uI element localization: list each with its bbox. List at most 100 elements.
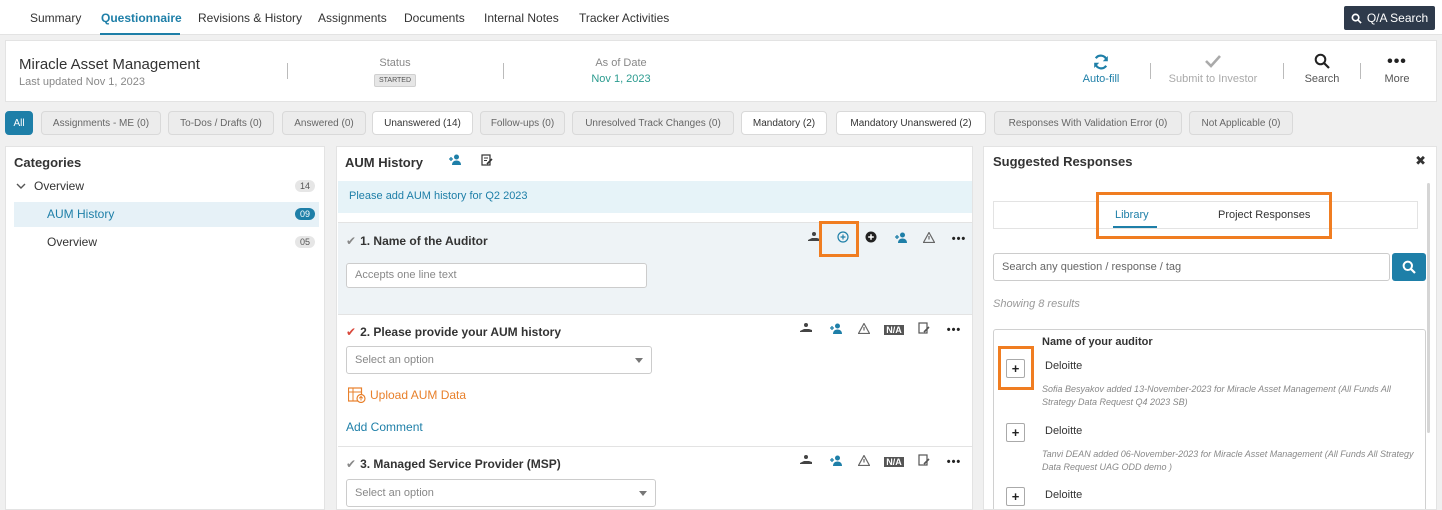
filter-follow-ups[interactable]: Follow-ups (0): [480, 111, 565, 135]
filter-validation-error[interactable]: Responses With Validation Error (0): [994, 111, 1182, 135]
submit-to-investor-button[interactable]: Submit to Investor: [1162, 53, 1264, 85]
autofill-button[interactable]: Auto-fill: [1079, 53, 1123, 85]
results-list: Name of your auditor + Deloitte Sofia Be…: [993, 329, 1426, 509]
highlight-box: [819, 221, 859, 257]
header-search-button[interactable]: Search: [1301, 53, 1343, 85]
suggested-responses-panel: Suggested Responses ✖ Library Project Re…: [983, 146, 1437, 510]
company-name: Miracle Asset Management: [19, 56, 200, 73]
more-dots-icon: •••: [1387, 53, 1407, 70]
qa-search-button[interactable]: Q/A Search: [1344, 6, 1435, 30]
assign-user-icon[interactable]: [826, 323, 846, 337]
not-applicable-icon[interactable]: N/A: [884, 324, 904, 335]
categories-title: Categories: [14, 155, 82, 170]
add-response-button[interactable]: +: [1006, 423, 1025, 442]
warning-icon[interactable]: [854, 453, 874, 469]
status-badge: STARTED: [374, 74, 416, 87]
filter-unanswered[interactable]: Unanswered (14): [372, 111, 473, 135]
divider: [287, 63, 288, 79]
spreadsheet-upload-icon: [348, 387, 366, 403]
caret-down-icon: [635, 358, 643, 363]
question-3: ✔ 3. Managed Service Provider (MSP) N/A •…: [338, 446, 972, 509]
check-icon: ✔: [346, 234, 357, 248]
category-aum-history[interactable]: AUM History 09: [14, 202, 319, 227]
submit-label: Submit to Investor: [1168, 73, 1258, 85]
response-meta: Tanvi DEAN added 06-November-2023 for Mi…: [1042, 449, 1414, 472]
divider: [503, 63, 504, 79]
filter-todos-drafts[interactable]: To-Dos / Drafts (0): [168, 111, 274, 135]
hand-offer-icon[interactable]: [796, 454, 816, 469]
results-count: Showing 8 results: [993, 298, 1080, 310]
category-count: 05: [294, 236, 315, 248]
response-answer: Deloitte: [1045, 425, 1083, 437]
more-button[interactable]: ••• More: [1375, 53, 1419, 85]
category-overview-group[interactable]: Overview 14: [14, 174, 319, 199]
question-1: ✔ 1. Name of the Auditor ••• Accepts one …: [338, 222, 972, 314]
filter-unresolved-track-changes[interactable]: Unresolved Track Changes (0): [572, 111, 734, 135]
category-label: Overview: [34, 179, 85, 193]
suggested-search-button[interactable]: [1392, 253, 1426, 281]
warning-icon[interactable]: [918, 230, 940, 246]
filter-mandatory[interactable]: Mandatory (2): [741, 111, 827, 135]
filter-assignments-me[interactable]: Assignments - ME (0): [41, 111, 161, 135]
question-3-toolbar: N/A •••: [796, 453, 964, 469]
hand-offer-icon[interactable]: [796, 322, 816, 337]
filter-mandatory-unanswered[interactable]: Mandatory Unanswered (2): [836, 111, 986, 135]
chevron-down-icon: [16, 179, 26, 193]
required-check-icon: ✔: [346, 325, 357, 339]
add-comment-link[interactable]: Add Comment: [346, 420, 423, 434]
tab-tracker-activities[interactable]: Tracker Activities: [579, 11, 669, 25]
autofill-label: Auto-fill: [1082, 73, 1120, 85]
tab-documents[interactable]: Documents: [404, 11, 465, 25]
select-placeholder: Select an option: [355, 487, 434, 499]
suggested-search-input[interactable]: Search any question / response / tag: [993, 253, 1390, 281]
add-circle-icon[interactable]: [860, 231, 882, 246]
msp-select[interactable]: Select an option: [346, 479, 656, 507]
refresh-icon: [1079, 53, 1123, 71]
tab-summary[interactable]: Summary: [30, 11, 81, 25]
filter-answered[interactable]: Answered (0): [282, 111, 366, 135]
section-instructions: Please add AUM history for Q2 2023: [338, 181, 972, 213]
close-icon[interactable]: ✖: [1415, 153, 1426, 169]
more-dots-icon[interactable]: •••: [944, 456, 964, 468]
suggested-title: Suggested Responses: [993, 154, 1133, 169]
more-label: More: [1384, 73, 1410, 85]
edit-note-icon[interactable]: [914, 322, 934, 337]
highlight-box: [1096, 192, 1332, 239]
upload-aum-data-link[interactable]: Upload AUM Data: [348, 387, 466, 403]
response-answer: Deloitte: [1045, 489, 1083, 501]
highlight-box: [998, 346, 1034, 390]
checkmark-icon: [1162, 53, 1264, 71]
assign-user-icon[interactable]: [449, 154, 462, 168]
status-label: Status: [379, 57, 411, 69]
category-overview[interactable]: Overview 05: [14, 230, 319, 255]
auditor-name-input[interactable]: Accepts one line text: [346, 263, 647, 288]
not-applicable-icon[interactable]: N/A: [884, 456, 904, 467]
as-of-date-value[interactable]: Nov 1, 2023: [586, 73, 656, 85]
more-dots-icon[interactable]: •••: [944, 324, 964, 336]
tab-questionnaire[interactable]: Questionnaire: [101, 11, 182, 25]
question-title: ✔ 3. Managed Service Provider (MSP): [346, 457, 561, 471]
warning-icon[interactable]: [854, 321, 874, 337]
aum-history-select[interactable]: Select an option: [346, 346, 652, 374]
edit-note-icon[interactable]: [481, 154, 493, 169]
divider: [1283, 63, 1284, 79]
search-icon: [1351, 13, 1362, 24]
tab-internal-notes[interactable]: Internal Notes: [484, 11, 559, 25]
more-dots-icon[interactable]: •••: [948, 233, 970, 245]
divider: [1150, 63, 1151, 79]
response-answer: Deloitte: [1045, 360, 1083, 372]
filter-not-applicable[interactable]: Not Applicable (0): [1189, 111, 1293, 135]
divider: [1360, 63, 1361, 79]
assign-user-icon[interactable]: [890, 232, 912, 246]
assign-user-icon[interactable]: [826, 455, 846, 469]
add-response-button[interactable]: +: [1006, 487, 1025, 506]
scrollbar[interactable]: [1427, 183, 1430, 433]
edit-note-icon[interactable]: [914, 454, 934, 469]
last-updated: Last updated Nov 1, 2023: [19, 76, 145, 88]
tab-assignments[interactable]: Assignments: [318, 11, 387, 25]
filter-all[interactable]: All: [5, 111, 33, 135]
tab-revisions-history[interactable]: Revisions & History: [198, 11, 302, 25]
category-count: 09: [294, 208, 315, 220]
category-count: 14: [294, 180, 315, 192]
select-placeholder: Select an option: [355, 354, 434, 366]
